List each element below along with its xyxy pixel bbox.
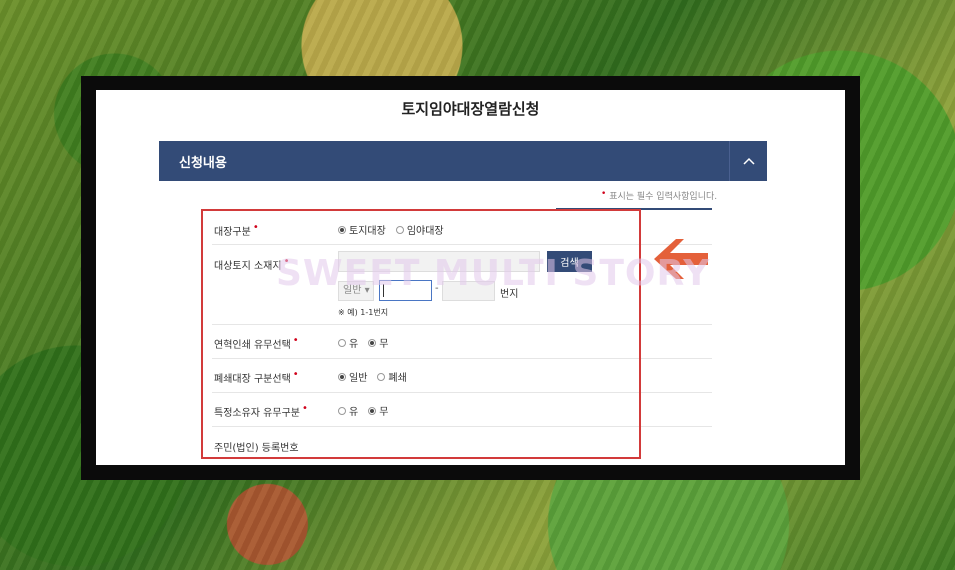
required-note: • 표시는 필수 입력사항입니다. [601, 189, 717, 202]
section-header: 신청내용 [159, 141, 767, 181]
required-dot: • [601, 189, 607, 199]
section-title: 신청내용 [179, 156, 227, 171]
collapse-button[interactable] [729, 141, 767, 181]
highlight-box [201, 209, 641, 459]
chevron-up-icon [742, 157, 755, 165]
page-title: 토지임야대장열람신청 [401, 100, 540, 118]
required-note-text: 표시는 필수 입력사항입니다. [609, 192, 718, 202]
watermark: SWEET MULTI STORY [276, 253, 711, 294]
